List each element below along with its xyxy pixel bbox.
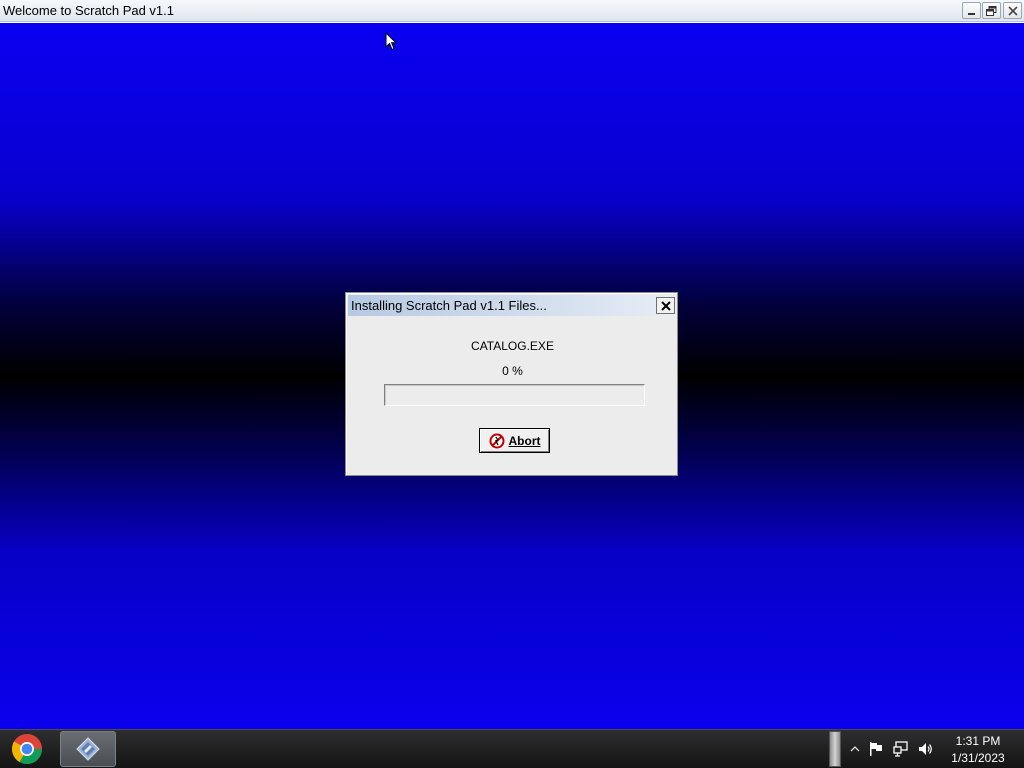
- show-hidden-icons-button[interactable]: [846, 741, 864, 757]
- chrome-icon: [11, 734, 43, 765]
- network-button[interactable]: [892, 741, 910, 757]
- minimize-icon: [967, 12, 975, 15]
- main-window-titlebar[interactable]: Welcome to Scratch Pad v1.1: [0, 0, 1024, 22]
- clock-date[interactable]: 1/31/2023: [940, 751, 1016, 765]
- progress-bar: [384, 384, 645, 406]
- current-file-label: CATALOG.EXE: [471, 339, 554, 353]
- close-icon: [660, 300, 671, 311]
- install-dialog: Installing Scratch Pad v1.1 Files... CAT…: [345, 292, 678, 476]
- app-diamond-icon: [76, 737, 100, 761]
- volume-button[interactable]: [916, 741, 934, 757]
- minimize-button[interactable]: [962, 2, 981, 19]
- restore-button[interactable]: [982, 2, 1001, 19]
- stop-icon: [489, 433, 504, 448]
- taskbar: 1:31 PM 1/31/2023: [0, 729, 1024, 768]
- chevron-up-icon: [850, 746, 860, 752]
- abort-button-label: Abort: [508, 433, 541, 448]
- dialog-close-button[interactable]: [656, 297, 675, 314]
- main-window-title: Welcome to Scratch Pad v1.1: [3, 3, 175, 18]
- restore-icon: [986, 5, 997, 16]
- taskbar-app-button[interactable]: [60, 731, 116, 767]
- close-icon: [1007, 5, 1018, 16]
- action-center-flag-button[interactable]: [867, 741, 885, 757]
- clock-time[interactable]: 1:31 PM: [940, 734, 1016, 748]
- screen: Welcome to Scratch Pad v1.1 Installing S…: [0, 0, 1024, 768]
- close-button[interactable]: [1003, 2, 1022, 19]
- dialog-titlebar[interactable]: Installing Scratch Pad v1.1 Files...: [348, 295, 675, 316]
- taskbar-scroll-grip[interactable]: [829, 731, 841, 767]
- abort-button[interactable]: Abort: [479, 428, 550, 453]
- progress-percent-label: 0 %: [502, 364, 523, 378]
- mouse-cursor-icon: [385, 32, 397, 51]
- volume-icon: [919, 743, 932, 755]
- dialog-title: Installing Scratch Pad v1.1 Files...: [351, 298, 547, 313]
- flag-icon: [870, 742, 882, 756]
- taskbar-chrome-button[interactable]: [8, 732, 46, 766]
- network-icon: [893, 741, 908, 757]
